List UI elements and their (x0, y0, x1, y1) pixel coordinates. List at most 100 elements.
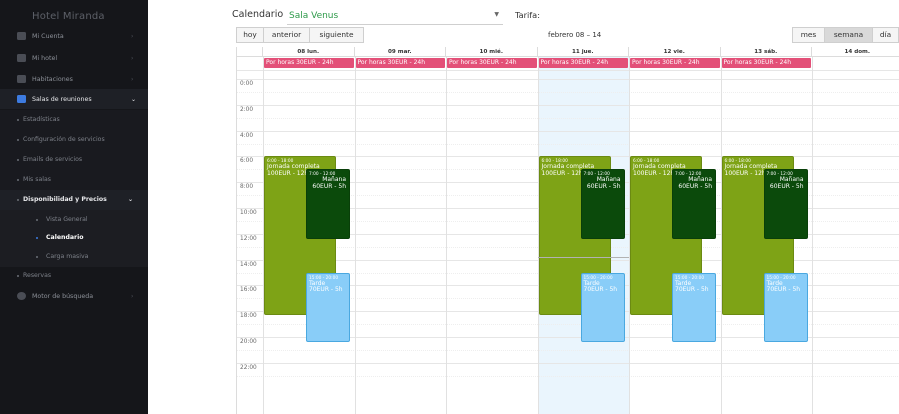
bullet-icon (17, 159, 19, 161)
prev-button[interactable]: anterior (263, 27, 310, 43)
hour-line (237, 362, 899, 364)
day-header[interactable]: 13 sáb. (720, 47, 812, 57)
sidebar-subitem-label: Estadísticas (23, 116, 60, 123)
sidebar-subitem-estadisticas[interactable]: Estadísticas (0, 110, 148, 130)
sidebar-item-label: Mi Cuenta (32, 32, 64, 40)
chevron-right-icon: › (131, 75, 134, 83)
sidebar-item-mi-hotel[interactable]: Mi hotel › (0, 48, 148, 68)
bed-icon (17, 75, 26, 83)
event-afternoon[interactable]: 15:00 - 20:00 Tarde 70EUR - 5h (763, 272, 808, 342)
sidebar-item-label: Motor de búsqueda (32, 292, 94, 300)
allday-event[interactable]: Por horas 30EUR - 24h (538, 58, 628, 68)
sidebar-item-label: Reservas (23, 272, 52, 279)
day-header[interactable]: 08 lun. (263, 47, 355, 57)
sidebar-subsubitem-carga-masiva[interactable]: Carga masiva (0, 247, 148, 267)
allday-event[interactable]: Por horas 30EUR - 24h (447, 58, 537, 68)
sidebar-item-salas-de-reuniones[interactable]: Salas de reuniones ⌄ (0, 89, 148, 109)
sidebar-subitem-label: Mis salas (23, 176, 51, 183)
allday-event[interactable]: Por horas 30EUR - 24h (721, 58, 811, 68)
week-calendar: 08 lun. 09 mar. 10 mié. 11 jue. 12 vie. 13 sá… (236, 47, 899, 414)
view-week-button[interactable]: semana (824, 27, 873, 43)
hour-label: 8:00 (240, 184, 254, 191)
chevron-right-icon: › (131, 292, 134, 300)
event-price: 70EUR - 5h (583, 285, 618, 293)
event-price: 60EUR - 5h (312, 182, 346, 190)
event-morning[interactable]: 7:00 - 12:00 Mañana 60EUR - 5h (672, 169, 716, 239)
sidebar-subsubitem-calendario[interactable]: Calendario (0, 228, 148, 248)
main-content: Calendario Sala Venus ▼ Tarifa: hoy ante… (148, 0, 899, 414)
today-button[interactable]: hoy (236, 27, 264, 43)
sidebar-subitem-label: Emails de servicios (23, 156, 83, 163)
day-divider (812, 57, 813, 414)
day-header[interactable]: 14 dom. (812, 47, 899, 57)
hour-line (237, 130, 899, 132)
next-button[interactable]: siguiente (309, 27, 364, 43)
hour-label: 2:00 (240, 106, 254, 113)
day-header[interactable]: 12 vie. (629, 47, 721, 57)
event-price: 70EUR - 5h (766, 285, 801, 293)
current-time-line (537, 257, 629, 259)
sidebar-item-motor-busqueda[interactable]: Motor de búsqueda › (0, 286, 148, 306)
view-month-button[interactable]: mes (792, 27, 825, 43)
sidebar-subsubitem-label: Carga masiva (46, 253, 89, 260)
sidebar-subitem-mis-salas[interactable]: Mis salas (0, 170, 148, 190)
event-afternoon[interactable]: 15:00 - 20:00 Tarde 70EUR - 5h (306, 272, 350, 342)
range-title: febrero 08 – 14 (548, 31, 602, 39)
day-header[interactable]: 10 mié. (446, 47, 538, 57)
tarifa-label: Tarifa: (515, 10, 540, 20)
hour-line (237, 375, 899, 377)
venue-select[interactable]: Sala Venus ▼ (287, 9, 503, 25)
event-morning[interactable]: 7:00 - 12:00 Mañana 60EUR - 5h (306, 169, 350, 239)
sidebar-subsubitem-vista-general[interactable]: Vista General (0, 210, 148, 230)
search-engine-icon (17, 292, 26, 300)
hour-label: 6:00 (240, 158, 254, 165)
allday-event[interactable]: Por horas 30EUR - 24h (630, 58, 720, 68)
bullet-icon (36, 237, 38, 239)
sidebar-subsubitem-label: Vista General (46, 216, 88, 223)
day-header[interactable]: 09 mar. (354, 47, 446, 57)
caret-down-icon: ▼ (494, 11, 499, 18)
bullet-icon (17, 199, 19, 201)
event-morning[interactable]: 7:00 - 12:00 Mañana 60EUR - 5h (580, 169, 625, 239)
day-divider (354, 57, 356, 414)
allday-divider (237, 70, 899, 71)
chevron-right-icon: › (131, 32, 134, 40)
bullet-icon (17, 119, 19, 121)
event-afternoon[interactable]: 15:00 - 20:00 Tarde 70EUR - 5h (672, 272, 716, 342)
header-gutter (237, 47, 263, 57)
sidebar-item-label: Habitaciones (32, 75, 73, 83)
view-day-button[interactable]: día (872, 27, 899, 43)
allday-event[interactable]: Por horas 30EUR - 24h (355, 58, 445, 68)
hour-label: 20:00 (240, 339, 257, 345)
sidebar-subsubitem-label: Calendario (46, 234, 84, 241)
sidebar-item-label: Mi hotel (32, 54, 58, 62)
sidebar-item-label: Salas de reuniones (32, 95, 92, 103)
hour-line (237, 143, 899, 145)
event-price: 60EUR - 5h (769, 182, 804, 190)
sidebar-subitem-disponibilidad[interactable]: Disponibilidad y Precios ⌄ (0, 190, 148, 210)
meeting-room-icon (17, 95, 26, 103)
hour-line (237, 349, 899, 351)
day-header[interactable]: 11 jue. (537, 47, 629, 57)
sidebar-item-habitaciones[interactable]: Habitaciones › (0, 69, 148, 89)
event-morning[interactable]: 7:00 - 12:00 Mañana 60EUR - 5h (763, 169, 808, 239)
sidebar-item-reservas[interactable]: Reservas (0, 266, 148, 286)
event-price: 60EUR - 5h (586, 182, 621, 190)
hour-label: 4:00 (240, 132, 254, 139)
event-afternoon[interactable]: 15:00 - 20:00 Tarde 70EUR - 5h (580, 272, 625, 342)
event-price: 60EUR - 5h (678, 182, 712, 190)
sidebar-subitem-emails[interactable]: Emails de servicios (0, 150, 148, 170)
sidebar-subitem-label: Disponibilidad y Precios (23, 196, 107, 203)
event-price: 70EUR - 5h (675, 285, 709, 293)
allday-event[interactable]: Por horas 30EUR - 24h (264, 58, 354, 68)
day-divider (446, 57, 447, 414)
app-root: Hotel Miranda Mi Cuenta › Mi hotel › Hab… (0, 0, 899, 414)
venue-select-value: Sala Venus (289, 11, 339, 21)
event-price: 70EUR - 5h (309, 285, 343, 293)
sidebar-subitem-label: Configuración de servicios (23, 136, 105, 143)
chevron-down-icon: ⌄ (128, 196, 134, 203)
sidebar: Hotel Miranda Mi Cuenta › Mi hotel › Hab… (0, 0, 148, 414)
sidebar-item-mi-cuenta[interactable]: Mi Cuenta › (0, 26, 148, 46)
sidebar-subitem-configuracion[interactable]: Configuración de servicios (0, 130, 148, 150)
hour-line (237, 117, 899, 119)
